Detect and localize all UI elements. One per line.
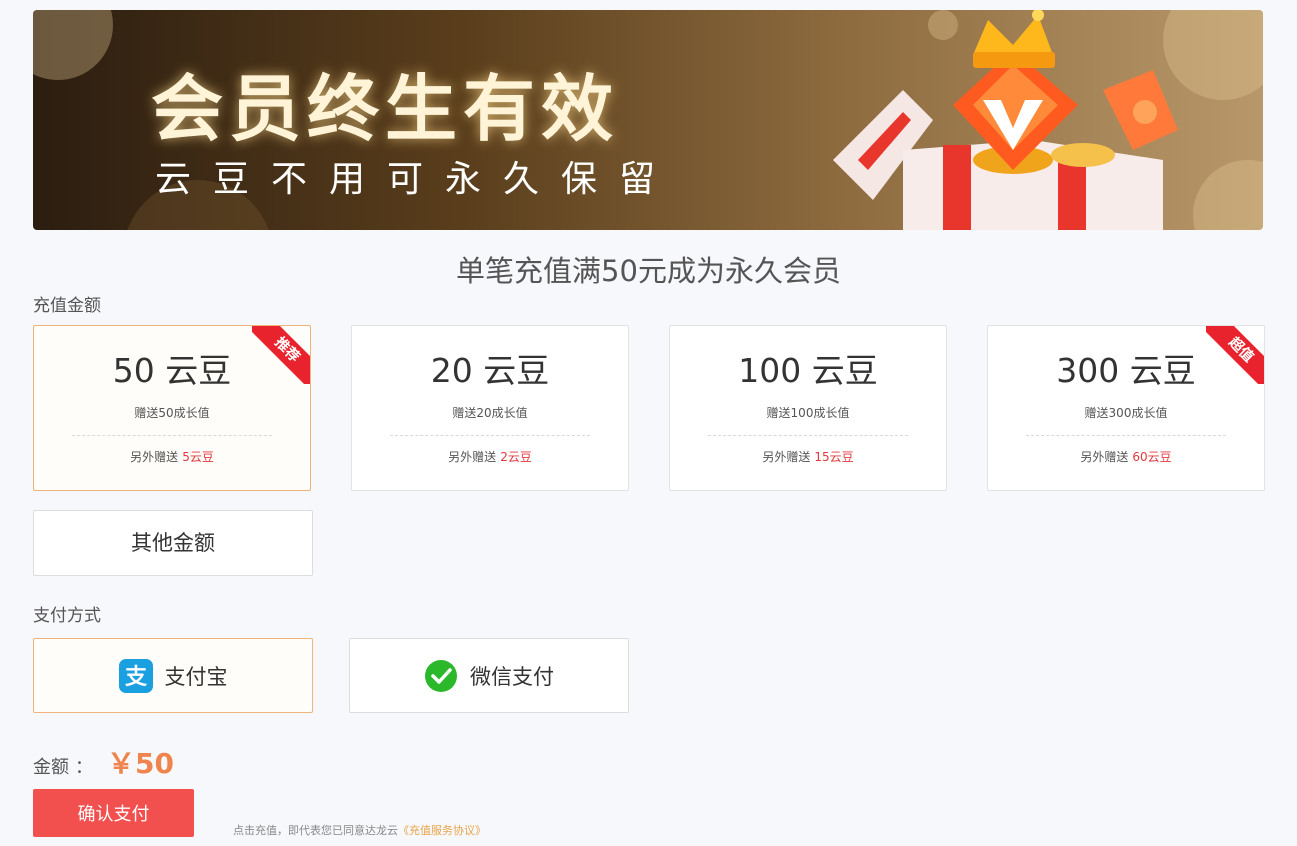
card-bonus: 另外赠送 15云豆 [762,450,854,464]
card-growth: 赠送50成长值 [134,406,210,420]
card-bonus: 另外赠送 2云豆 [448,450,532,464]
other-amount-button[interactable]: 其他金额 [33,510,313,576]
recharge-option-20[interactable]: 20 云豆 赠送20成长值 另外赠送 2云豆 [351,325,629,491]
alipay-label: 支付宝 [164,664,228,689]
recharge-option-100[interactable]: 100 云豆 赠送100成长值 另外赠送 15云豆 [669,325,947,491]
card-bonus: 另外赠送 5云豆 [130,450,214,464]
wechat-pay-label: 微信支付 [470,664,554,689]
agreement-notice: 点击充值，即代表您已同意达龙云《充值服务协议》 [233,822,486,838]
recommend-ribbon: 推荐 [252,326,310,384]
pay-alipay-option[interactable]: 支 支付宝 [33,638,313,713]
total-amount-row: 金额 ： ￥50 [33,742,174,782]
promo-headline: 单笔充值满50元成为永久会员 [456,254,841,288]
card-growth: 赠送300成长值 [1084,406,1168,420]
recharge-agreement-link[interactable]: 《充值服务协议》 [398,824,486,837]
banner-title: 会员终生有效 [151,67,620,151]
total-colon: ： [75,757,93,778]
card-growth: 赠送100成长值 [766,406,850,420]
banner-subtitle: 云豆不用可永久保留 [155,159,678,200]
total-value: ￥50 [107,747,174,780]
card-divider [708,435,908,436]
card-amount: 100 云豆 [738,351,878,390]
svg-text:支: 支 [124,665,147,690]
gift-box-crown-icon [833,10,1178,230]
recharge-amount-label: 充值金额 [33,296,101,316]
total-label: 金额 [33,757,69,778]
confirm-pay-button[interactable]: 确认支付 [33,789,194,837]
card-divider [1026,435,1226,436]
alipay-icon: 支 [118,658,153,693]
agreement-text: 点击充值，即代表您已同意达龙云 [233,824,398,837]
card-bonus: 另外赠送 60云豆 [1080,450,1172,464]
promo-banner: 会员终生有效 云豆不用可永久保留 [33,10,1263,230]
recharge-option-300[interactable]: 300 云豆 赠送300成长值 另外赠送 60云豆 超值 [987,325,1265,491]
wechat-pay-icon [425,659,457,692]
card-divider [390,435,590,436]
card-amount: 20 云豆 [430,351,550,390]
card-divider [72,435,272,436]
value-ribbon: 超值 [1206,326,1264,384]
payment-method-label: 支付方式 [33,606,101,626]
recharge-option-50[interactable]: 50 云豆 赠送50成长值 另外赠送 5云豆 推荐 [33,325,311,491]
card-growth: 赠送20成长值 [452,406,528,420]
pay-wechat-option[interactable]: 微信支付 [349,638,629,713]
